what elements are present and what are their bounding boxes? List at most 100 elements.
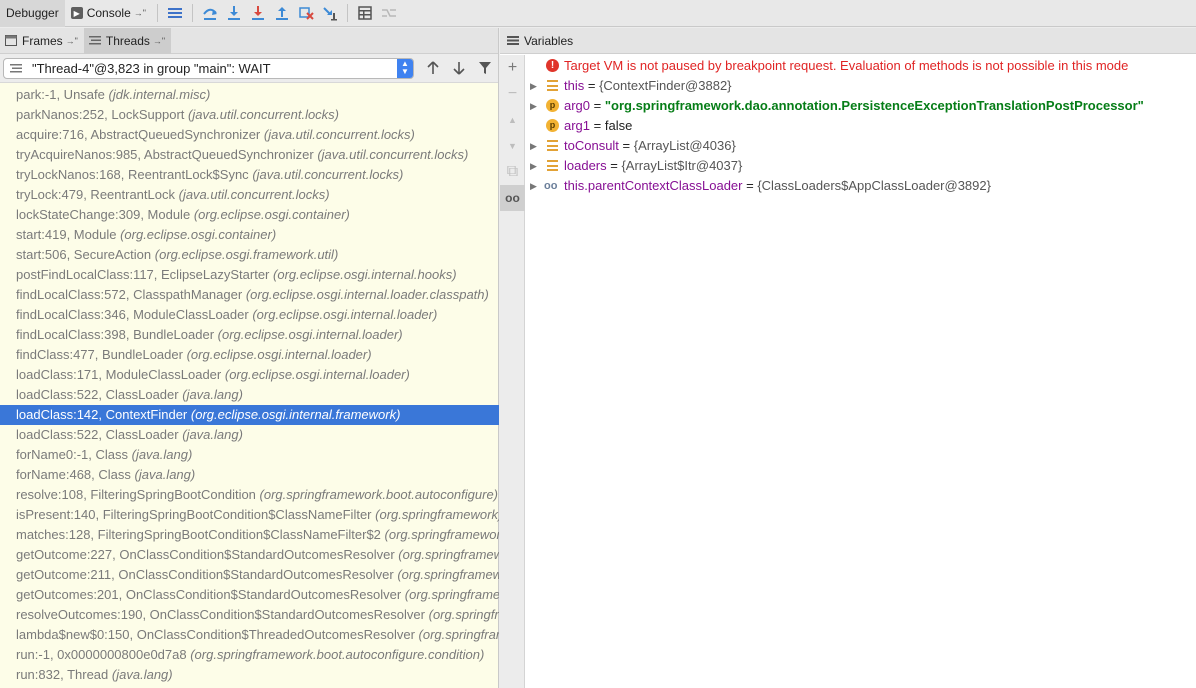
frame-row[interactable]: findClass:477, BundleLoader (org.eclipse… [0, 345, 499, 365]
thread-dropdown-value: "Thread-4"@3,823 in group "main": WAIT [32, 60, 271, 76]
frame-row[interactable]: tryAcquireNanos:985, AbstractQueuedSynch… [0, 145, 499, 165]
equals-sign: = [618, 138, 634, 153]
frame-method: run:-1, 0x0000000800e0d7a8 [16, 647, 187, 662]
next-frame-button[interactable] [446, 56, 472, 80]
console-icon: ▶ [70, 7, 83, 19]
frame-row[interactable]: start:419, Module (org.eclipse.osgi.cont… [0, 225, 499, 245]
variable-row-this[interactable]: ▶ this = {ContextFinder@3882} [526, 76, 1196, 96]
frame-method: acquire:716, AbstractQueuedSynchronizer [16, 127, 261, 142]
variables-side-toolbar: + − ▲ ▼ ⧉ oo [500, 55, 525, 688]
tab-console[interactable]: ▶ Console →" [65, 0, 152, 27]
move-up-button[interactable]: ▲ [500, 107, 525, 133]
trace-current-stream-button[interactable] [377, 1, 401, 25]
frame-row[interactable]: forName:468, Class (java.lang) [0, 465, 499, 485]
frame-row[interactable]: loadClass:522, ClassLoader (java.lang) [0, 385, 499, 405]
variables-header: Variables [500, 28, 1196, 54]
frame-package: (org.springframework) [404, 587, 499, 602]
frame-package: (java.lang) [182, 427, 243, 442]
error-icon: ! [546, 59, 559, 72]
vm-warning-text: Target VM is not paused by breakpoint re… [564, 58, 1129, 73]
frame-package: (java.util.concurrent.locks) [188, 107, 340, 122]
frame-package: (org.eclipse.osgi.internal.loader) [186, 347, 372, 362]
pin-icon[interactable]: →" [134, 8, 146, 18]
frame-row[interactable]: lockStateChange:309, Module (org.eclipse… [0, 205, 499, 225]
frame-row[interactable]: lambda$new$0:150, OnClassCondition$Threa… [0, 625, 499, 645]
frame-row[interactable]: postFindLocalClass:117, EclipseLazyStart… [0, 265, 499, 285]
evaluate-expression-button[interactable] [353, 1, 377, 25]
add-button[interactable]: + [500, 55, 525, 81]
frame-method: postFindLocalClass:117, EclipseLazyStart… [16, 267, 270, 282]
move-down-button[interactable]: ▼ [500, 133, 525, 159]
run-to-cursor-button[interactable] [318, 1, 342, 25]
equals-sign: = [590, 98, 605, 113]
tab-threads[interactable]: Threads →" [83, 27, 172, 54]
copy-icon: ⧉ [506, 163, 519, 180]
frame-row[interactable]: resolve:108, FilteringSpringBootConditio… [0, 485, 499, 505]
frame-row[interactable]: findLocalClass:572, ClasspathManager (or… [0, 285, 499, 305]
frame-row-selected[interactable]: loadClass:142, ContextFinder (org.eclips… [0, 405, 499, 425]
frame-row[interactable]: getOutcome:211, OnClassCondition$Standar… [0, 565, 499, 585]
frame-row[interactable]: start:506, SecureAction (org.eclipse.osg… [0, 245, 499, 265]
frame-row[interactable]: loadClass:522, ClassLoader (java.lang) [0, 425, 499, 445]
variable-value: {ArrayList$Itr@4037} [621, 158, 743, 173]
expand-arrow-icon[interactable]: ▶ [530, 176, 537, 196]
tab-threads-label: Threads [105, 33, 150, 48]
frame-row[interactable]: matches:128, FilteringSpringBootConditio… [0, 525, 499, 545]
frame-method: park:-1, Unsafe [16, 87, 105, 102]
variable-row-loaders[interactable]: ▶ loaders = {ArrayList$Itr@4037} [526, 156, 1196, 176]
frame-row[interactable]: getOutcomes:201, OnClassCondition$Standa… [0, 585, 499, 605]
frame-package: (org.springframework) [418, 627, 499, 642]
frame-package: (java.lang) [111, 667, 173, 682]
frame-row[interactable]: forName0:-1, Class (java.lang) [0, 445, 499, 465]
expand-arrow-icon[interactable]: ▶ [530, 156, 537, 176]
force-step-into-button[interactable] [246, 1, 270, 25]
evaluate-expression-icon [358, 6, 372, 20]
variable-row-this-parentContextClassLoader[interactable]: ▶ oo this.parentContextClassLoader = {Clas… [526, 176, 1196, 196]
frame-row[interactable]: tryLockNanos:168, ReentrantLock$Sync (ja… [0, 165, 499, 185]
expand-arrow-icon[interactable]: ▶ [530, 96, 537, 116]
frame-row[interactable]: run:832, Thread (java.lang) [0, 665, 499, 685]
show-watches-glasses-icon: oo [505, 191, 520, 205]
previous-frame-button[interactable] [420, 56, 446, 80]
frame-row[interactable]: tryLock:479, ReentrantLock (java.util.co… [0, 185, 499, 205]
tab-console-label: Console [86, 6, 131, 20]
frame-package: (java.lang) [131, 447, 193, 462]
frame-row[interactable]: parkNanos:252, LockSupport (java.util.co… [0, 105, 499, 125]
pin-icon[interactable]: →" [66, 36, 78, 46]
frame-package: (org.springframework) [375, 507, 499, 522]
expand-arrow-icon[interactable]: ▶ [530, 76, 537, 96]
object-icon [546, 79, 559, 92]
expand-arrow-icon[interactable]: ▶ [530, 136, 537, 156]
copy-button[interactable]: ⧉ [500, 159, 525, 185]
tab-frames[interactable]: Frames →" [0, 28, 84, 54]
step-out-button[interactable] [270, 1, 294, 25]
variable-row-arg1[interactable]: p arg1 = false [526, 116, 1196, 136]
step-into-button[interactable] [222, 1, 246, 25]
frame-row[interactable]: findLocalClass:346, ModuleClassLoader (o… [0, 305, 499, 325]
variable-value: {ArrayList@4036} [633, 138, 736, 153]
pin-icon[interactable]: →" [153, 36, 165, 46]
step-over-button[interactable] [198, 1, 222, 25]
variable-row-arg0[interactable]: ▶ p arg0 = "org.springframework.dao.annota… [526, 96, 1196, 116]
frame-package: (org.eclipse.osgi.container) [193, 207, 350, 222]
frame-package: (org.eclipse.osgi.internal.loader) [217, 327, 403, 342]
variable-row-toConsult[interactable]: ▶ toConsult = {ArrayList@4036} [526, 136, 1196, 156]
frame-row[interactable]: park:-1, Unsafe (jdk.internal.misc) [0, 85, 499, 105]
frame-row[interactable]: resolveOutcomes:190, OnClassCondition$St… [0, 605, 499, 625]
frame-row[interactable]: run:-1, 0x0000000800e0d7a8 (org.springfr… [0, 645, 499, 665]
remove-icon: − [507, 85, 518, 102]
filter-frames-button[interactable] [472, 56, 498, 80]
show-execution-point-button[interactable] [163, 1, 187, 25]
equals-sign: = [742, 178, 758, 193]
frame-row[interactable]: acquire:716, AbstractQueuedSynchronizer … [0, 125, 499, 145]
tab-debugger[interactable]: Debugger [0, 0, 65, 27]
remove-button[interactable]: − [500, 81, 525, 107]
frame-row[interactable]: getOutcome:227, OnClassCondition$Standar… [0, 545, 499, 565]
show-watches-glasses-button[interactable]: oo [500, 185, 525, 211]
frame-row[interactable]: loadClass:171, ModuleClassLoader (org.ec… [0, 365, 499, 385]
drop-frame-button[interactable] [294, 1, 318, 25]
thread-dropdown[interactable]: "Thread-4"@3,823 in group "main": WAIT ▲… [3, 57, 414, 79]
frame-row[interactable]: isPresent:140, FilteringSpringBootCondit… [0, 505, 499, 525]
frame-row[interactable]: findLocalClass:398, BundleLoader (org.ec… [0, 325, 499, 345]
frame-package: (org.eclipse.osgi.internal.loader) [224, 367, 410, 382]
